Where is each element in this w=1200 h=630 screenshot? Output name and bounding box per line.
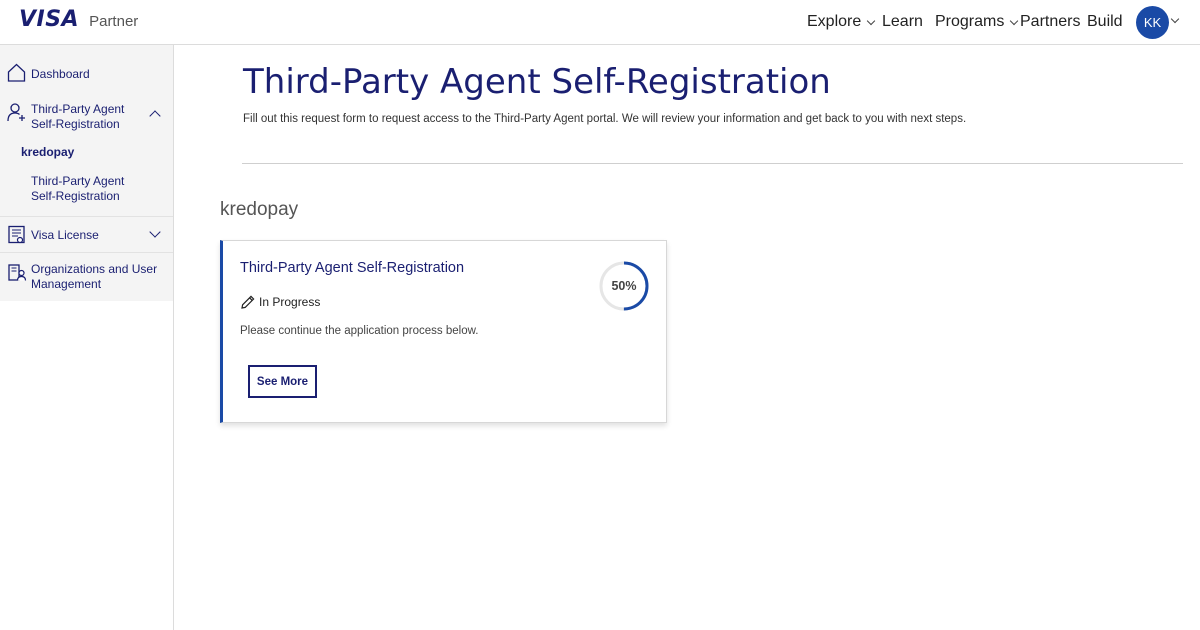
- sidebar-item-org-management[interactable]: Organizations and User Management: [0, 261, 173, 295]
- page-title: Third-Party Agent Self-Registration: [243, 62, 831, 102]
- top-header: VISA Partner Explore Learn Programs Part…: [0, 0, 1200, 45]
- sidebar-subitem-label: Third-Party Agent Self-Registration: [31, 174, 125, 203]
- chevron-down-icon: [867, 16, 876, 25]
- see-more-button[interactable]: See More: [248, 365, 317, 398]
- progress-label: 50%: [611, 279, 637, 293]
- pencil-icon: [241, 295, 255, 309]
- nav-learn-label: Learn: [882, 13, 923, 30]
- org-management-icon: [7, 262, 27, 285]
- visa-logo: VISA: [19, 7, 80, 32]
- sidebar-item-dashboard[interactable]: Dashboard: [0, 63, 173, 85]
- home-icon: [7, 63, 26, 85]
- nav-programs[interactable]: Programs: [935, 13, 1019, 31]
- progress-ring: 50%: [597, 259, 651, 313]
- nav-programs-label: Programs: [935, 13, 1005, 30]
- sidebar-item-visa-license[interactable]: Visa License: [0, 225, 173, 247]
- sidebar-group-kredopay[interactable]: kredopay: [21, 145, 74, 159]
- user-add-icon: [7, 102, 27, 125]
- sidebar: Dashboard Third-Party Agent Self-Registr…: [0, 45, 174, 630]
- page-description: Fill out this request form to request ac…: [243, 113, 967, 125]
- license-icon: [7, 225, 27, 248]
- sidebar-subitem-tpa-registration[interactable]: Third-Party Agent Self-Registration: [0, 173, 173, 207]
- sidebar-item-label: Organizations and User Management: [31, 262, 158, 291]
- nav-learn[interactable]: Learn: [882, 13, 923, 31]
- card-message: Please continue the application process …: [240, 325, 479, 337]
- nav-explore-label: Explore: [807, 13, 862, 30]
- section-title: kredopay: [220, 199, 299, 220]
- sidebar-divider: [0, 216, 173, 217]
- sidebar-divider: [0, 252, 173, 253]
- nav-build-label: Build: [1087, 13, 1123, 30]
- logo-subtitle: Partner: [89, 13, 139, 30]
- status-text: In Progress: [259, 295, 321, 309]
- nav-partners[interactable]: Partners: [1020, 13, 1080, 31]
- visa-partner-logo[interactable]: VISA Partner: [19, 7, 138, 32]
- chevron-down-icon: [1010, 16, 1019, 25]
- chevron-up-icon[interactable]: [149, 110, 161, 122]
- chevron-down-icon[interactable]: [1170, 14, 1180, 24]
- sidebar-item-tpa-registration[interactable]: Third-Party Agent Self-Registration: [0, 101, 173, 135]
- nav-build[interactable]: Build: [1087, 13, 1123, 31]
- sidebar-item-label: Visa License: [31, 228, 99, 242]
- registration-card: Third-Party Agent Self-Registration In P…: [220, 240, 667, 423]
- chevron-down-icon[interactable]: [149, 226, 161, 238]
- nav-explore[interactable]: Explore: [807, 13, 876, 31]
- sidebar-item-label: Dashboard: [31, 67, 90, 81]
- card-title: Third-Party Agent Self-Registration: [240, 260, 465, 276]
- user-avatar[interactable]: KK: [1136, 6, 1169, 39]
- nav-partners-label: Partners: [1020, 13, 1081, 30]
- sidebar-item-label: Third-Party Agent Self-Registration: [31, 102, 125, 131]
- content-divider: [242, 163, 1183, 164]
- status-badge: In Progress: [240, 294, 320, 310]
